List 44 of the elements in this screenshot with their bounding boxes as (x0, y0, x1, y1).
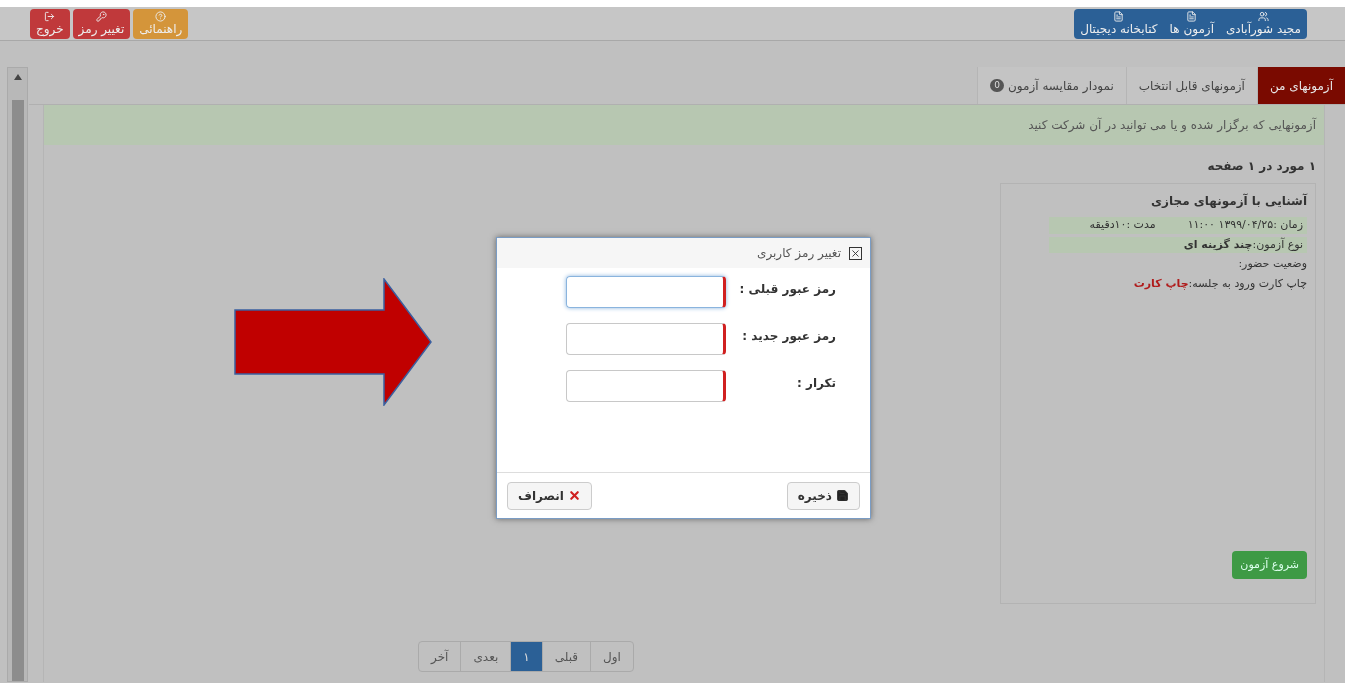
page-button[interactable]: اول (590, 642, 633, 671)
field-label: رمز عبور قبلی : (738, 281, 836, 298)
scroll-thumb[interactable] (11, 100, 24, 681)
exam-type-value: چند گزینه ای (1183, 237, 1253, 251)
page-button[interactable]: ۱ (510, 642, 542, 671)
page-button[interactable]: آخر (419, 642, 461, 671)
tab[interactable]: آزمونهای من (1256, 67, 1345, 104)
close-icon[interactable] (849, 246, 862, 260)
exam-time: زمان :۱۳۹۹/۰۴/۲۵ ۱۱:۰۰ (1187, 217, 1303, 233)
exit-icon (44, 10, 56, 22)
header-button[interactable]: کتابخانه دیجیتال (1074, 8, 1164, 39)
file-icon (1186, 10, 1198, 22)
password-field[interactable] (566, 323, 726, 355)
file-icon (1113, 10, 1125, 22)
scroll-up-icon[interactable] (13, 74, 22, 80)
tab[interactable]: آزمونهای قابل انتخاب (1125, 67, 1257, 104)
count-badge: 0 (990, 79, 1005, 92)
header-button[interactable]: خروج (30, 8, 70, 39)
field-label: رمز عبور جدید : (741, 328, 836, 345)
entry-card-label: چاپ کارت ورود به جلسه: (1188, 275, 1307, 292)
header-button[interactable]: آزمون ها (1163, 8, 1220, 39)
users-icon (1258, 10, 1269, 22)
print-card-link[interactable]: چاپ کارت (1133, 275, 1189, 292)
cancel-button[interactable]: انصراف (507, 481, 592, 510)
arrow-icon (234, 278, 432, 406)
dialog-title: تغییر رمز کاربری (757, 245, 841, 262)
field-label: تکرار : (796, 375, 836, 392)
exam-type-label: نوع آزمون: (1252, 237, 1303, 251)
help-icon (155, 10, 167, 22)
header-button[interactable]: مجید شورآبادی (1219, 8, 1307, 39)
attendance-status: وضعیت حضور: (1237, 256, 1307, 272)
exam-title: آشنایی با آزمونهای مجازی (1150, 192, 1307, 210)
info-banner: آزمونهایی که برگزار شده و یا می توانید در آن شرکت کنید (44, 105, 1324, 145)
save-icon (836, 489, 849, 502)
save-button[interactable]: ذخیره (786, 481, 860, 510)
key-icon (95, 10, 107, 22)
password-field[interactable] (566, 276, 726, 308)
exam-duration: مدت :۱۰دقیقه (1089, 217, 1156, 233)
result-count: ۱ مورد در ۱ صفحه (1206, 158, 1316, 175)
start-exam-button[interactable]: شروع آزمون (1232, 550, 1307, 579)
close-icon (567, 489, 581, 502)
header-button[interactable]: تغییر رمز (72, 8, 131, 39)
page-button[interactable]: قبلی (541, 642, 591, 671)
password-field[interactable] (566, 370, 726, 402)
